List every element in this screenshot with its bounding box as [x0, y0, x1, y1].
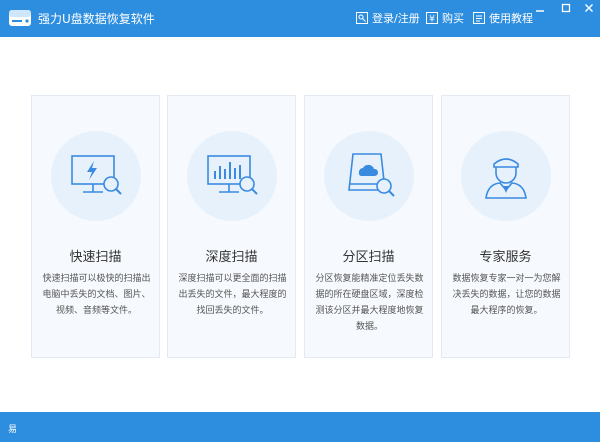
expert-avatar-icon: [461, 131, 551, 221]
card-title: 专家服务: [479, 250, 532, 265]
main-content: 快速扫描 快速扫描可以极快的扫描出电脑中丢失的文档、图片、视频、音频等文件。 深…: [0, 37, 600, 412]
disk-partition-icon: [324, 131, 414, 221]
card-title: 分区扫描: [342, 250, 395, 265]
close-icon: [585, 4, 593, 12]
login-register-link[interactable]: 登录/注册: [355, 10, 420, 26]
usb-drive-logo-icon: [6, 4, 34, 32]
app-title: 强力U盘数据恢复软件: [38, 12, 155, 26]
minimize-button[interactable]: [529, 0, 551, 16]
title-bar: 强力U盘数据恢复软件 登录/注册 ¥ 购买 使用教程: [0, 0, 600, 37]
status-text: 易: [8, 425, 18, 435]
quick-scan-card[interactable]: 快速扫描 快速扫描可以极快的扫描出电脑中丢失的文档、图片、视频、音频等文件。: [31, 95, 160, 358]
card-title: 深度扫描: [205, 250, 258, 265]
buy-link[interactable]: ¥ 购买: [425, 10, 464, 26]
partition-scan-card[interactable]: 分区扫描 分区恢复能精准定位丢失数据的所在硬盘区域，深度检测该分区并最大程度地恢…: [304, 95, 433, 358]
book-icon: [472, 12, 485, 25]
minimize-icon: [536, 10, 544, 12]
card-description: 数据恢复专家一对一为您解决丢失的数据，让您的数据最大程序的恢复。: [452, 274, 561, 316]
monitor-chart-scan-icon: [187, 131, 277, 221]
card-title: 快速扫描: [69, 250, 122, 265]
tutorial-link[interactable]: 使用教程: [472, 10, 533, 26]
card-description: 快速扫描可以极快的扫描出电脑中丢失的文档、图片、视频、音频等文件。: [42, 274, 151, 316]
maximize-icon: [561, 3, 571, 13]
close-button[interactable]: [578, 0, 600, 16]
buy-label: 购买: [442, 12, 464, 25]
status-bar: 易: [0, 412, 600, 442]
login-register-label: 登录/注册: [372, 12, 420, 25]
monitor-quick-scan-icon: [51, 131, 141, 221]
card-description: 分区恢复能精准定位丢失数据的所在硬盘区域，深度检测该分区并最大程度地恢复数据。: [315, 274, 424, 332]
user-key-icon: [355, 12, 368, 25]
yuan-icon: ¥: [425, 12, 438, 25]
tutorial-label: 使用教程: [489, 12, 533, 25]
svg-text:¥: ¥: [429, 15, 435, 25]
deep-scan-card[interactable]: 深度扫描 深度扫描可以更全面的扫描出丢失的文件，最大程度的找回丢失的文件。: [167, 95, 296, 358]
card-description: 深度扫描可以更全面的扫描出丢失的文件，最大程度的找回丢失的文件。: [178, 274, 287, 316]
expert-service-card[interactable]: 专家服务 数据恢复专家一对一为您解决丢失的数据，让您的数据最大程序的恢复。: [441, 95, 570, 358]
maximize-button[interactable]: [555, 0, 577, 16]
